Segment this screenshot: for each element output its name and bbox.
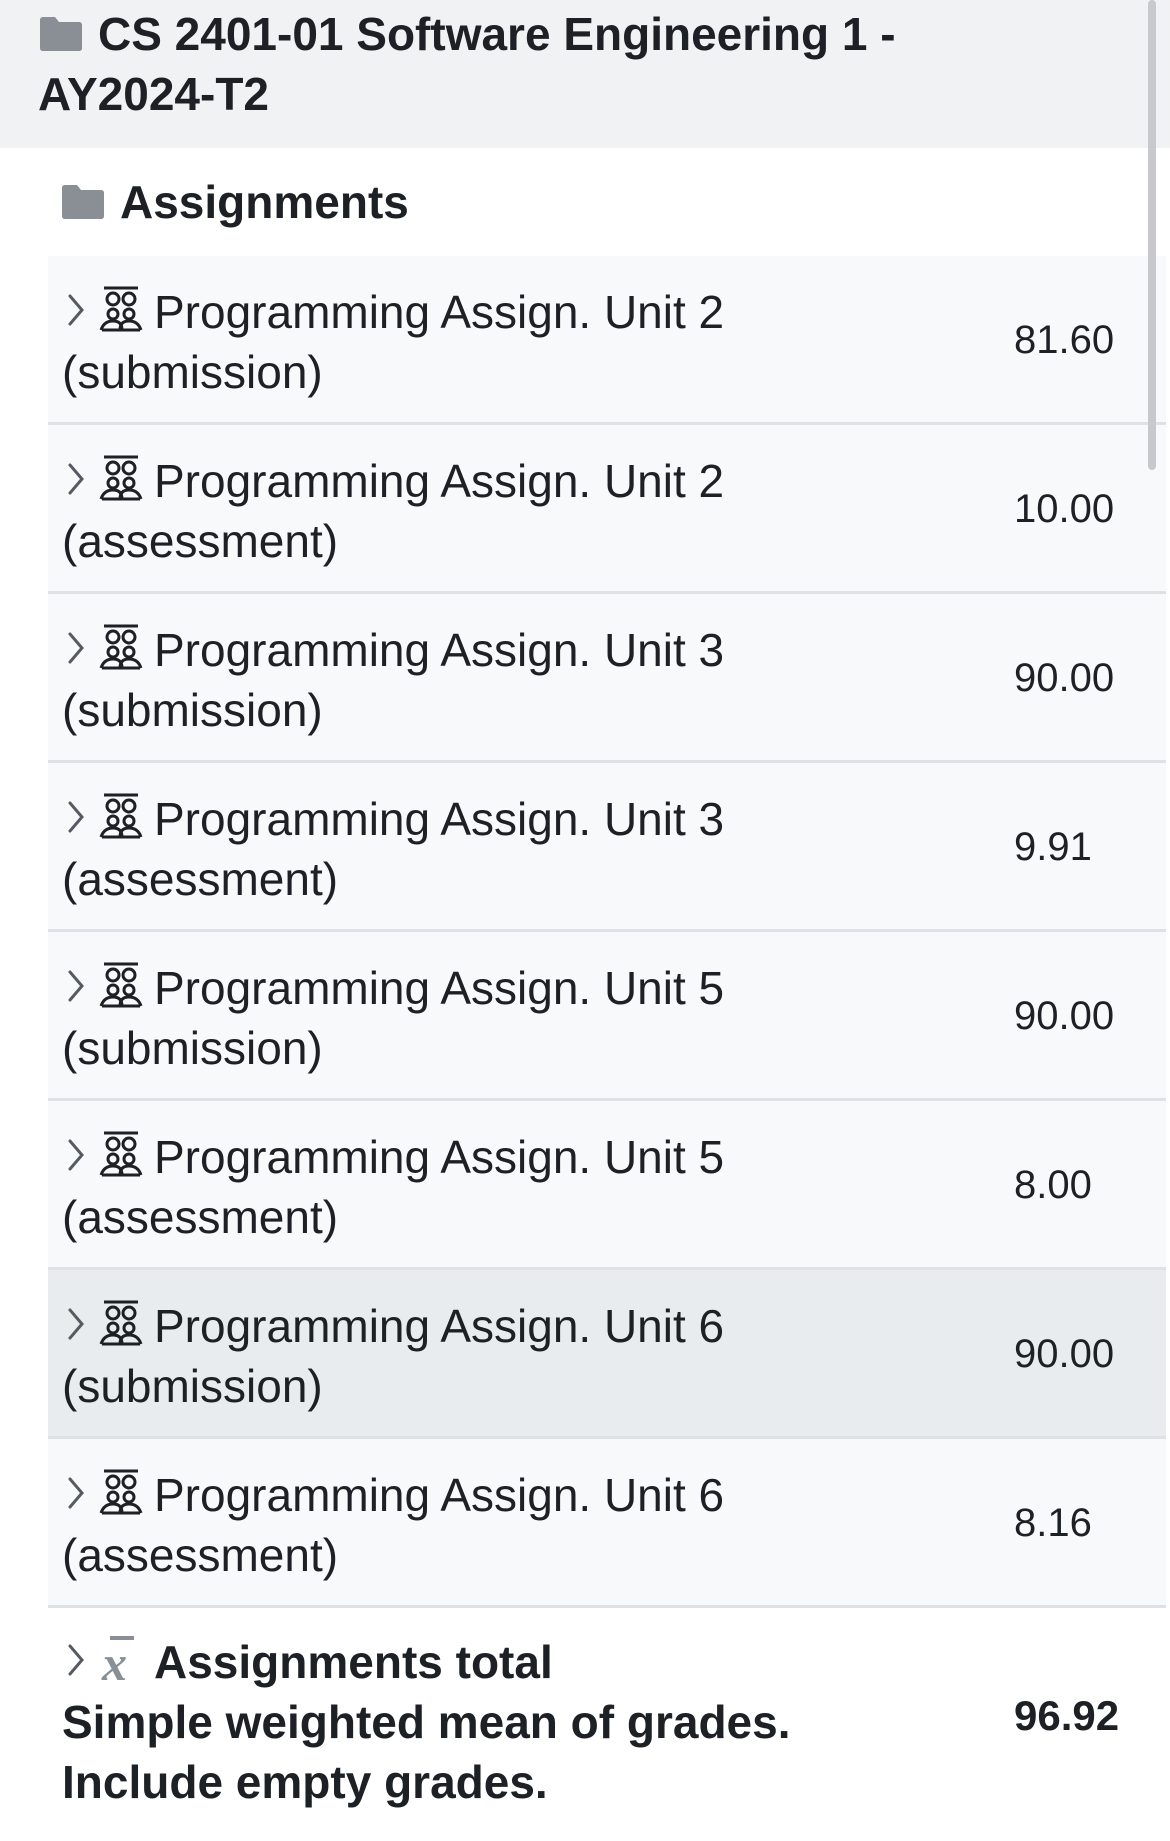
grade-item-label: Programming Assign. Unit 2 (submission): [62, 286, 725, 398]
grade-item-label: Programming Assign. Unit 3 (submission): [62, 624, 725, 736]
folder-icon: [62, 185, 104, 219]
workshop-icon: [99, 624, 143, 670]
grade-item-label: Programming Assign. Unit 5 (assessment): [62, 1131, 725, 1243]
grade-value: 90.00: [1014, 656, 1115, 700]
grade-item-label: Programming Assign. Unit 6 (assessment): [62, 1469, 725, 1581]
grade-value: 8.00: [1014, 1163, 1092, 1207]
folder-icon: [40, 17, 82, 51]
grade-item-name[interactable]: Programming Assign. Unit 2 (assessment): [62, 451, 822, 571]
grade-item-name[interactable]: Programming Assign. Unit 3 (submission): [62, 620, 822, 740]
total-grade: 96.92: [1014, 1692, 1120, 1739]
chevron-right-icon[interactable]: [62, 1304, 90, 1344]
workshop-icon: [99, 793, 143, 839]
grade-item-name[interactable]: Programming Assign. Unit 6 (assessment): [62, 1465, 822, 1585]
chevron-right-icon[interactable]: [62, 459, 90, 499]
grade-item-name[interactable]: Programming Assign. Unit 2 (submission): [62, 282, 822, 402]
course-title[interactable]: CS 2401-01 Software Engineering 1 - AY20…: [38, 4, 1068, 124]
workshop-icon: [99, 1300, 143, 1346]
grade-item-name[interactable]: Programming Assign. Unit 5 (assessment): [62, 1127, 822, 1247]
chevron-right-icon[interactable]: [62, 1135, 90, 1175]
grade-value: 90.00: [1014, 994, 1115, 1038]
scrollbar[interactable]: [1148, 0, 1156, 470]
workshop-icon: [99, 1469, 143, 1515]
grade-item-row[interactable]: Programming Assign. Unit 6 (submission) 9…: [48, 1270, 1166, 1439]
chevron-right-icon[interactable]: [62, 797, 90, 837]
grade-value: 10.00: [1014, 487, 1115, 531]
grade-item-name[interactable]: Programming Assign. Unit 6 (submission): [62, 1296, 822, 1416]
grade-item-name[interactable]: Programming Assign. Unit 3 (assessment): [62, 789, 822, 909]
grade-item-row[interactable]: Programming Assign. Unit 2 (submission) 8…: [48, 256, 1166, 425]
workshop-icon: [99, 286, 143, 332]
grade-item-row[interactable]: Programming Assign. Unit 5 (submission) 9…: [48, 932, 1166, 1101]
grade-item-name[interactable]: Programming Assign. Unit 5 (submission): [62, 958, 822, 1078]
workshop-icon: [99, 1131, 143, 1177]
total-title: Assignments total: [154, 1636, 553, 1688]
grade-item-label: Programming Assign. Unit 5 (submission): [62, 962, 725, 1074]
grade-item-row[interactable]: Programming Assign. Unit 5 (assessment) 8…: [48, 1101, 1166, 1270]
chevron-right-icon[interactable]: [62, 966, 90, 1006]
course-header: CS 2401-01 Software Engineering 1 - AY20…: [0, 0, 1170, 148]
grade-value: 81.60: [1014, 318, 1115, 362]
grade-item-label: Programming Assign. Unit 6 (submission): [62, 1300, 725, 1412]
grade-value: 90.00: [1014, 1332, 1115, 1376]
chevron-right-icon[interactable]: [62, 1473, 90, 1513]
grade-value: 8.16: [1014, 1501, 1092, 1545]
course-title-text: CS 2401-01 Software Engineering 1 - AY20…: [38, 8, 896, 120]
grade-item-row[interactable]: Programming Assign. Unit 2 (assessment) 1…: [48, 425, 1166, 594]
total-description: Simple weighted mean of grades. Include …: [62, 1696, 791, 1808]
category-total-row: x Assignments total Simple weighted mean…: [48, 1608, 1166, 1818]
total-name: x Assignments total Simple weighted mean…: [62, 1630, 922, 1812]
grade-item-row[interactable]: Programming Assign. Unit 3 (submission) 9…: [48, 594, 1166, 763]
grade-item-label: Programming Assign. Unit 3 (assessment): [62, 793, 725, 905]
workshop-icon: [99, 455, 143, 501]
chevron-right-icon[interactable]: [62, 1640, 90, 1680]
mean-icon: x: [101, 1635, 134, 1686]
svg-text:x: x: [101, 1635, 127, 1686]
grade-items-list: Programming Assign. Unit 2 (submission) 8…: [0, 256, 1170, 1608]
grade-item-label: Programming Assign. Unit 2 (assessment): [62, 455, 725, 567]
grade-item-row[interactable]: Programming Assign. Unit 3 (assessment) 9…: [48, 763, 1166, 932]
workshop-icon: [99, 962, 143, 1008]
grade-item-row[interactable]: Programming Assign. Unit 6 (assessment) 8…: [48, 1439, 1166, 1608]
chevron-right-icon[interactable]: [62, 290, 90, 330]
chevron-right-icon[interactable]: [62, 628, 90, 668]
grade-value: 9.91: [1014, 825, 1092, 869]
category-header: Assignments: [0, 148, 1170, 256]
category-title: Assignments: [120, 176, 409, 228]
